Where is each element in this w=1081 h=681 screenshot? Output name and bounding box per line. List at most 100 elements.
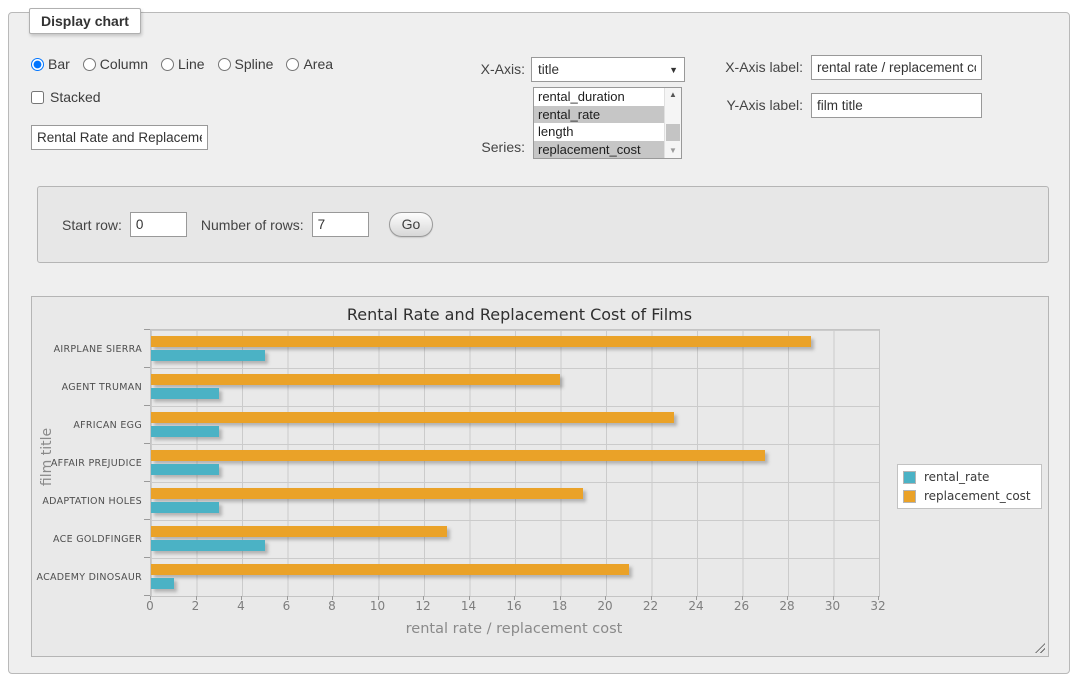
scrollbar-thumb[interactable] (666, 124, 680, 141)
x-axis-label-field-label: X-Axis label: (709, 55, 803, 80)
x-axis-label-input[interactable] (811, 55, 982, 80)
go-button[interactable]: Go (389, 212, 434, 237)
chart-type-option-spline[interactable]: Spline (218, 56, 274, 72)
series-listbox-label: Series: (441, 135, 525, 160)
chart-category-row (151, 368, 879, 406)
stacked-checkbox-row[interactable]: Stacked (31, 89, 101, 105)
x-tick-label: 20 (597, 599, 612, 613)
fieldset-legend: Display chart (29, 8, 141, 34)
chart-type-radio-column[interactable] (83, 58, 96, 71)
bar-rental_rate[interactable] (151, 540, 265, 551)
y-tick-mark (144, 443, 150, 444)
x-axis-tick-labels: 02468101214161820222426283032 (150, 599, 878, 615)
x-tick-label: 18 (552, 599, 567, 613)
display-chart-fieldset: Display chart BarColumnLineSplineArea St… (8, 12, 1070, 674)
x-axis-select[interactable]: title ▼ (531, 57, 685, 82)
x-tick-label: 28 (779, 599, 794, 613)
x-axis-select-label: X-Axis: (441, 57, 525, 82)
chart-type-radio-area[interactable] (286, 58, 299, 71)
y-tick-mark (144, 405, 150, 406)
y-category-label: ACE GOLDFINGER (32, 520, 142, 558)
chart-type-label: Column (100, 56, 148, 72)
y-tick-mark (144, 481, 150, 482)
chart-type-option-bar[interactable]: Bar (31, 56, 70, 72)
bar-rental_rate[interactable] (151, 502, 219, 513)
y-axis-label-field-label: Y-Axis label: (709, 93, 803, 118)
bar-replacement_cost[interactable] (151, 412, 674, 423)
scrollbar-down-arrow-icon[interactable]: ▼ (665, 144, 681, 158)
y-tick-mark (144, 329, 150, 330)
chart-type-radio-bar[interactable] (31, 58, 44, 71)
bar-replacement_cost[interactable] (151, 526, 447, 537)
x-tick-label: 14 (461, 599, 476, 613)
bar-replacement_cost[interactable] (151, 336, 811, 347)
legend-label: replacement_cost (924, 489, 1031, 503)
x-tick-label: 22 (643, 599, 658, 613)
row-range-form: Start row: Number of rows: Go (62, 212, 433, 237)
x-tick-label: 2 (192, 599, 200, 613)
page: Display chart Bar Column Line Spline Area St… (0, 0, 1081, 681)
start-row-input[interactable] (130, 212, 187, 237)
chart-panel: Rental Rate and Replacement Cost of Film… (31, 296, 1049, 657)
chart-category-row (151, 520, 879, 558)
series-listbox[interactable]: rental_durationrental_ratelengthreplacem… (533, 87, 682, 159)
start-row-label: Start row: (62, 217, 122, 233)
legend-item-replacement_cost: replacement_cost (903, 489, 1031, 503)
series-option-rental_duration[interactable]: rental_duration (534, 88, 664, 106)
x-tick-label: 8 (328, 599, 336, 613)
chart-type-option-column[interactable]: Column (83, 56, 148, 72)
chart-type-option-line[interactable]: Line (161, 56, 204, 72)
plot-area (150, 329, 880, 597)
stacked-checkbox[interactable] (31, 91, 44, 104)
y-category-label: ADAPTATION HOLES (32, 482, 142, 520)
chart-type-label: Line (178, 56, 204, 72)
legend-swatch (903, 490, 916, 503)
x-axis-select-value: title (538, 62, 559, 77)
series-option-replacement_cost[interactable]: replacement_cost (534, 141, 664, 159)
x-tick-label: 32 (870, 599, 885, 613)
y-axis-label-input[interactable] (811, 93, 982, 118)
y-category-label: AIRPLANE SIERRA (32, 330, 142, 368)
chart-title: Rental Rate and Replacement Cost of Film… (32, 305, 1007, 324)
bar-rental_rate[interactable] (151, 388, 219, 399)
num-rows-label: Number of rows: (201, 217, 304, 233)
series-listbox-options: rental_durationrental_ratelengthreplacem… (534, 88, 664, 158)
y-tick-mark (144, 367, 150, 368)
bar-rental_rate[interactable] (151, 578, 174, 589)
bar-replacement_cost[interactable] (151, 564, 629, 575)
bar-rental_rate[interactable] (151, 426, 219, 437)
chart-type-radio-spline[interactable] (218, 58, 231, 71)
series-option-rental_rate[interactable]: rental_rate (534, 106, 664, 124)
x-tick-label: 10 (370, 599, 385, 613)
series-option-length[interactable]: length (534, 123, 664, 141)
y-tick-mark (144, 557, 150, 558)
bar-replacement_cost[interactable] (151, 488, 583, 499)
x-tick-label: 24 (688, 599, 703, 613)
chart-legend: rental_rate replacement_cost (897, 464, 1042, 509)
scrollbar-up-arrow-icon[interactable]: ▲ (665, 88, 681, 102)
resize-grip-icon[interactable] (1035, 643, 1045, 653)
y-category-label: ACADEMY DINOSAUR (32, 558, 142, 596)
legend-swatch (903, 471, 916, 484)
bar-replacement_cost[interactable] (151, 450, 765, 461)
chart-type-label: Area (303, 56, 333, 72)
bar-replacement_cost[interactable] (151, 374, 560, 385)
legend-item-rental_rate: rental_rate (903, 470, 1031, 484)
legend-label: rental_rate (924, 470, 989, 484)
chart-category-row (151, 444, 879, 482)
chart-category-row (151, 330, 879, 368)
chart-title-input[interactable] (31, 125, 208, 150)
bar-rental_rate[interactable] (151, 350, 265, 361)
bar-rental_rate[interactable] (151, 464, 219, 475)
x-tick-label: 12 (415, 599, 430, 613)
chart-category-row (151, 482, 879, 520)
x-axis-title: rental rate / replacement cost (150, 621, 878, 637)
x-tick-label: 26 (734, 599, 749, 613)
num-rows-input[interactable] (312, 212, 369, 237)
chart-type-option-area[interactable]: Area (286, 56, 333, 72)
chart-category-row (151, 406, 879, 444)
series-listbox-scrollbar[interactable]: ▲ ▼ (664, 88, 681, 158)
chart-type-radio-line[interactable] (161, 58, 174, 71)
row-range-panel: Start row: Number of rows: Go (37, 186, 1049, 263)
chart-type-radio-group: Bar Column Line Spline Area (31, 56, 333, 72)
